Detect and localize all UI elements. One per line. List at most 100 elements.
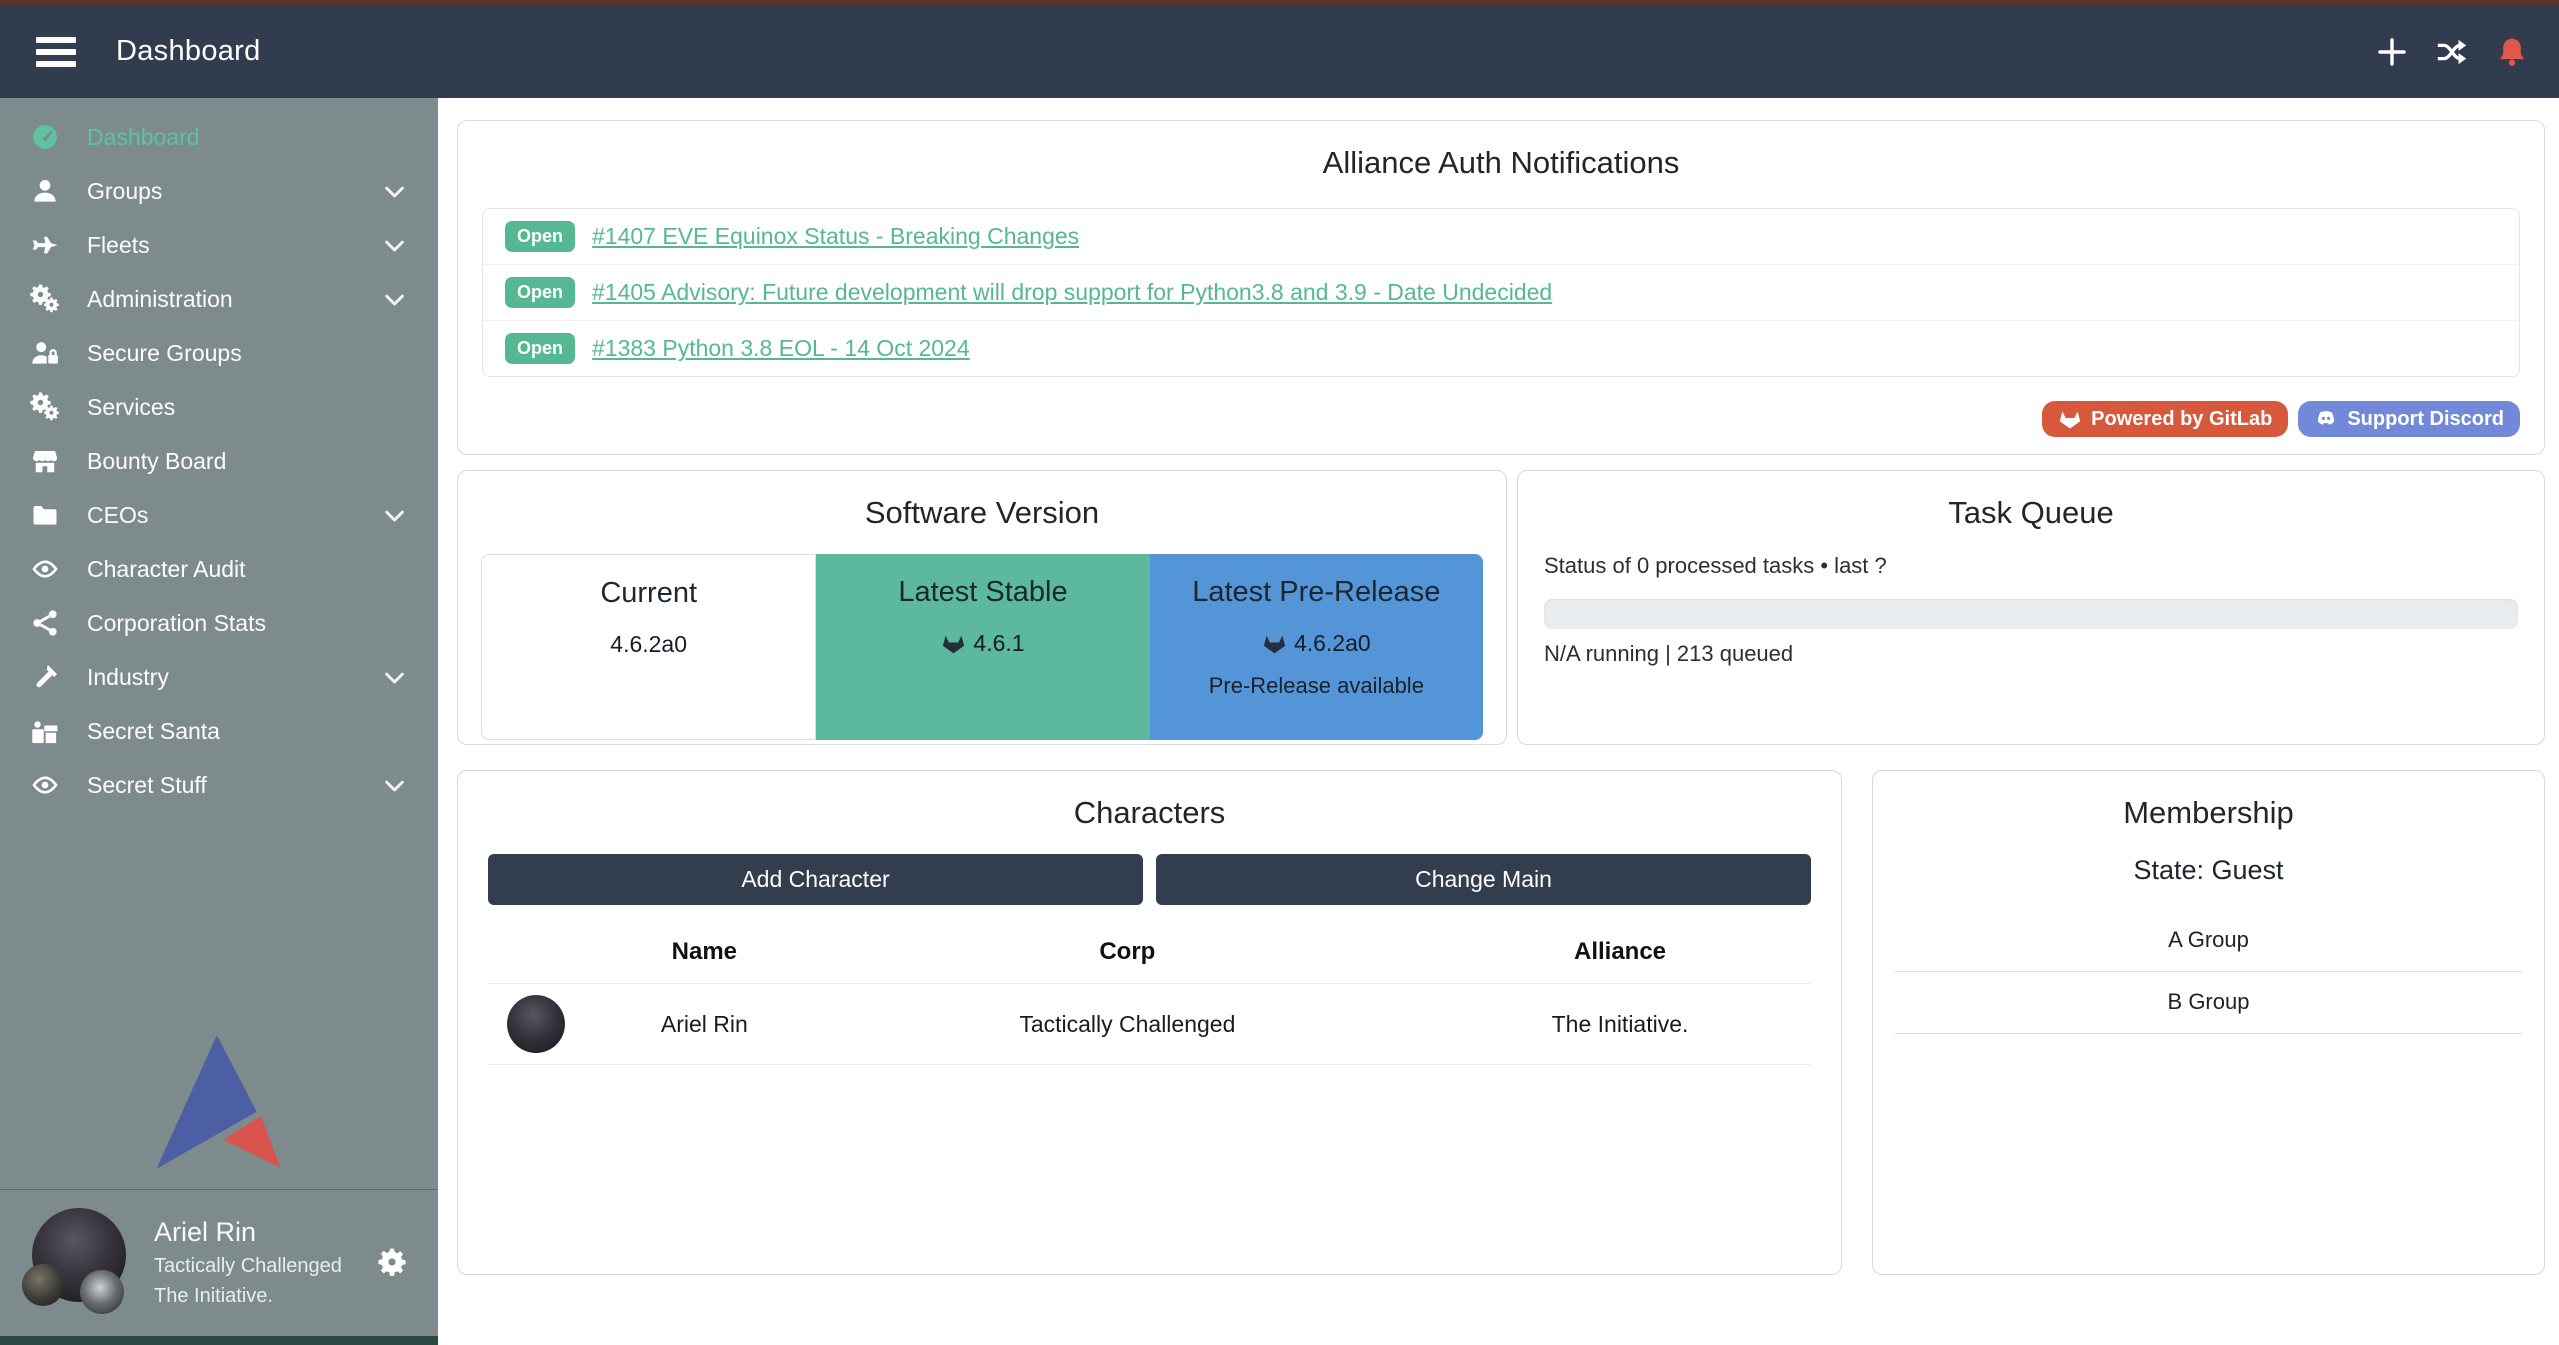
notification-link[interactable]: #1407 EVE Equinox Status - Breaking Chan… [592,223,1079,250]
stable-version-value: 4.6.1 [973,630,1024,657]
page: Dashboard Dashboard Groups Fle [0,0,2559,1345]
sidebar: Dashboard Groups Fleets Administration [0,98,438,1345]
chevron-down-icon [381,232,408,259]
sidebar-item-label: CEOs [87,502,148,529]
folder-icon [30,500,60,530]
dashboard-icon [30,122,60,152]
notification-row: Open #1407 EVE Equinox Status - Breaking… [483,209,2519,264]
sidebar-item-label: Administration [87,286,233,313]
cogs-icon [30,392,60,422]
notification-row: Open #1383 Python 3.8 EOL - 14 Oct 2024 [483,320,2519,376]
sidebar-item-administration[interactable]: Administration [0,272,438,326]
support-discord-badge[interactable]: Support Discord [2298,401,2520,437]
user-lock-icon [30,338,60,368]
sidebar-item-label: Secret Santa [87,718,220,745]
user-settings-gear-icon[interactable] [376,1246,408,1278]
sidebar-item-label: Dashboard [87,124,200,151]
group-list-item: B Group [1895,972,2522,1034]
gitlab-icon [1262,631,1287,656]
sidebar-bottom-strip [0,1336,438,1345]
column-header-corp: Corp [826,919,1429,984]
sidebar-item-ceos[interactable]: CEOs [0,488,438,542]
add-icon[interactable] [2375,35,2409,69]
notification-bell-icon[interactable] [2495,35,2529,69]
notifications-panel: Alliance Auth Notifications Open #1407 E… [457,120,2545,455]
badge-label: Support Discord [2347,408,2504,431]
sidebar-item-industry[interactable]: Industry [0,650,438,704]
software-version-panel: Software Version Current 4.6.2a0 Latest … [457,470,1507,745]
software-version-title: Software Version [458,471,1506,531]
sidebar-item-services[interactable]: Services [0,380,438,434]
sidebar-item-label: Fleets [87,232,150,259]
sidebar-user-panel: Ariel Rin Tactically Challenged The Init… [0,1189,438,1336]
membership-state: State: Guest [1873,855,2544,886]
characters-panel: Characters Add Character Change Main Nam… [457,770,1842,1275]
corp-logo-badge [22,1264,64,1306]
shuffle-icon[interactable] [2435,35,2469,69]
sidebar-item-corporation-stats[interactable]: Corporation Stats [0,596,438,650]
sidebar-item-label: Groups [87,178,162,205]
prerelease-version-value: 4.6.2a0 [1294,630,1371,657]
change-main-button[interactable]: Change Main [1156,854,1811,905]
badge-label: Powered by GitLab [2091,408,2272,431]
character-alliance-cell: The Initiative. [1429,984,1811,1065]
version-stable-box: Latest Stable 4.6.1 [816,554,1149,740]
share-icon [30,608,60,638]
sidebar-item-label: Services [87,394,175,421]
character-corp-cell: Tactically Challenged [826,984,1429,1065]
user-icon [30,176,60,206]
character-name-cell: Ariel Rin [583,984,826,1065]
sidebar-item-label: Secure Groups [87,340,242,367]
alliance-auth-logo [0,1033,438,1189]
alliance-logo-badge [80,1270,124,1314]
sidebar-item-secret-stuff[interactable]: Secret Stuff [0,758,438,812]
notification-link[interactable]: #1383 Python 3.8 EOL - 14 Oct 2024 [592,335,970,362]
version-current-box: Current 4.6.2a0 [481,554,816,740]
main-content: Alliance Auth Notifications Open #1407 E… [438,98,2559,1345]
version-column-label: Latest Stable [816,576,1149,609]
notification-link[interactable]: #1405 Advisory: Future development will … [592,279,1552,306]
page-title: Dashboard [116,35,261,68]
sidebar-item-character-audit[interactable]: Character Audit [0,542,438,596]
sidebar-item-fleets[interactable]: Fleets [0,218,438,272]
group-list-item: A Group [1895,910,2522,972]
navbar-actions [2375,35,2529,69]
chevron-down-icon [381,178,408,205]
sidebar-item-secure-groups[interactable]: Secure Groups [0,326,438,380]
characters-title: Characters [458,771,1841,831]
task-queue-panel: Task Queue Status of 0 processed tasks •… [1517,470,2545,745]
sidebar-menu: Dashboard Groups Fleets Administration [0,98,438,812]
sidebar-item-dashboard[interactable]: Dashboard [0,110,438,164]
chevron-down-icon [381,502,408,529]
user-alliance: The Initiative. [154,1285,342,1308]
user-avatar [24,1206,132,1318]
task-queue-count-text: N/A running | 213 queued [1544,641,2518,667]
chevron-down-icon [381,772,408,799]
user-corp: Tactically Challenged [154,1255,342,1278]
chevron-down-icon [381,286,408,313]
current-version-value: 4.6.2a0 [610,631,687,658]
sidebar-item-label: Bounty Board [87,448,226,475]
notifications-footer: Powered by GitLab Support Discord [482,401,2520,437]
sidebar-item-secret-santa[interactable]: Secret Santa [0,704,438,758]
sidebar-item-bounty-board[interactable]: Bounty Board [0,434,438,488]
fighter-jet-icon [30,230,60,260]
sidebar-item-label: Corporation Stats [87,610,266,637]
menu-toggle-icon[interactable] [36,37,76,67]
column-header-name: Name [583,919,826,984]
prerelease-note: Pre-Release available [1150,673,1483,699]
discord-icon [2314,407,2338,431]
sidebar-item-label: Character Audit [87,556,246,583]
status-badge: Open [505,221,575,252]
task-queue-title: Task Queue [1518,471,2544,531]
chevron-down-icon [381,664,408,691]
add-character-button[interactable]: Add Character [488,854,1143,905]
version-column-label: Latest Pre-Release [1150,576,1483,609]
status-badge: Open [505,333,575,364]
powered-by-gitlab-badge[interactable]: Powered by GitLab [2042,401,2288,437]
user-name: Ariel Rin [154,1217,342,1248]
sidebar-item-groups[interactable]: Groups [0,164,438,218]
column-header-alliance: Alliance [1429,919,1811,984]
task-queue-status-text: Status of 0 processed tasks • last ? [1544,553,2518,579]
notifications-title: Alliance Auth Notifications [458,121,2544,181]
